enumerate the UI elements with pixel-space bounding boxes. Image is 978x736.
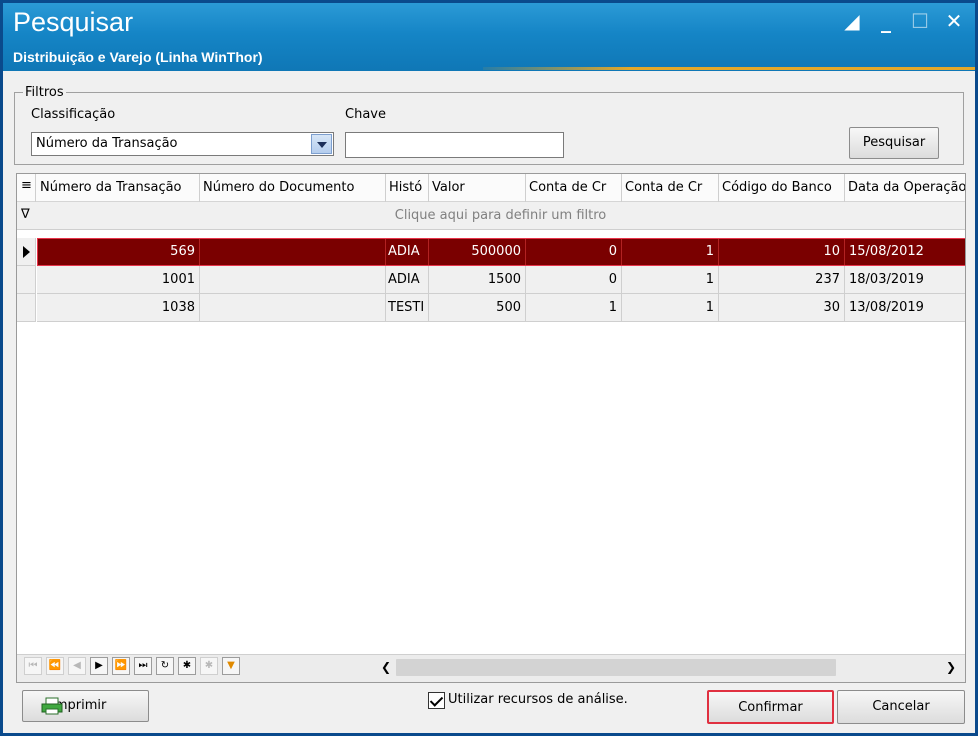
- filters-legend: Filtros: [25, 85, 64, 100]
- column-header-credit-account-1[interactable]: Conta de Cr: [526, 174, 622, 202]
- cell-operation-date[interactable]: 13/08/2019: [845, 294, 965, 322]
- cell-operation-date[interactable]: 15/08/2012: [845, 238, 965, 266]
- cell-document-number[interactable]: [200, 294, 386, 322]
- window-title: Pesquisar: [13, 7, 134, 37]
- cell-transaction-number[interactable]: 569: [37, 238, 200, 266]
- cell-credit-account-1[interactable]: 0: [526, 266, 622, 294]
- grid-header: Número da Transação Número do Documento …: [17, 174, 965, 202]
- cell-history[interactable]: ADIA: [386, 238, 429, 266]
- column-header-bank-code[interactable]: Código do Banco: [719, 174, 845, 202]
- cancel-button[interactable]: Cancelar: [837, 690, 965, 724]
- funnel-filter-icon[interactable]: ▼: [222, 657, 240, 675]
- cell-value[interactable]: 500000: [429, 238, 526, 266]
- cell-bank-code[interactable]: 30: [719, 294, 845, 322]
- results-grid: Número da Transação Número do Documento …: [16, 173, 966, 683]
- table-row[interactable]: 1038 TESTI 500 1 1 30 13/08/2019: [17, 294, 965, 322]
- column-header-credit-account-2[interactable]: Conta de Cr: [622, 174, 719, 202]
- cell-value[interactable]: 1500: [429, 266, 526, 294]
- row-indicator: [17, 266, 36, 294]
- search-window: Pesquisar Distribuição e Varejo (Linha W…: [0, 0, 978, 736]
- cell-operation-date[interactable]: 18/03/2019: [845, 266, 965, 294]
- analysis-checkbox-label: Utilizar recursos de análise.: [448, 692, 628, 707]
- filter-hint: Clique aqui para definir um filtro: [394, 208, 607, 223]
- classification-label: Classificação: [31, 107, 116, 122]
- row-indicator: [17, 294, 36, 322]
- title-accent-line: [483, 67, 975, 70]
- printer-icon: [41, 697, 63, 715]
- cell-document-number[interactable]: [200, 238, 386, 266]
- minimize-icon[interactable]: _: [873, 9, 899, 33]
- cell-transaction-number[interactable]: 1038: [37, 294, 200, 322]
- scroll-right-icon[interactable]: ❯: [941, 657, 961, 677]
- grid-navigator: ⏮ ⏪ ◀ ▶ ⏩ ⏭ ↻ ✱ ✱ ▼ ❮ ❯: [16, 653, 966, 683]
- classification-selected-value: Número da Transação: [36, 136, 178, 151]
- horizontal-scrollbar[interactable]: ❮ ❯: [376, 657, 961, 677]
- next-page-icon[interactable]: ⏩: [112, 657, 130, 675]
- refresh-icon[interactable]: ↻: [156, 657, 174, 675]
- cell-bank-code[interactable]: 237: [719, 266, 845, 294]
- column-header-history[interactable]: Histó: [386, 174, 429, 202]
- chevron-down-icon[interactable]: [311, 134, 332, 154]
- table-row[interactable]: 1001 ADIA 1500 0 1 237 18/03/2019: [17, 266, 965, 294]
- search-button[interactable]: Pesquisar: [849, 127, 939, 159]
- table-row[interactable]: 569 ADIA 500000 0 1 10 15/08/2012: [17, 238, 965, 266]
- maximize-icon[interactable]: ☐: [907, 9, 933, 33]
- column-chooser-icon[interactable]: [17, 174, 36, 202]
- previous-record-icon[interactable]: ◀: [68, 657, 86, 675]
- next-record-icon[interactable]: ▶: [90, 657, 108, 675]
- cell-credit-account-2[interactable]: 1: [622, 238, 719, 266]
- cell-history[interactable]: ADIA: [386, 266, 429, 294]
- cell-credit-account-2[interactable]: 1: [622, 266, 719, 294]
- last-page-icon[interactable]: ⏭: [134, 657, 152, 675]
- restore-icon[interactable]: ◢: [839, 9, 865, 33]
- column-header-operation-date[interactable]: Data da Operação: [845, 174, 965, 202]
- scroll-left-icon[interactable]: ❮: [376, 657, 396, 677]
- classification-select[interactable]: Número da Transação: [31, 132, 334, 156]
- analysis-checkbox-box[interactable]: [428, 692, 445, 709]
- delete-record-icon[interactable]: ✱: [200, 657, 218, 675]
- cell-credit-account-2[interactable]: 1: [622, 294, 719, 322]
- cell-value[interactable]: 500: [429, 294, 526, 322]
- window-body: Filtros Classificação Chave Número da Tr…: [3, 71, 975, 733]
- print-button[interactable]: Imprimir: [22, 690, 149, 722]
- cell-credit-account-1[interactable]: 1: [526, 294, 622, 322]
- key-label: Chave: [345, 107, 386, 122]
- column-header-value[interactable]: Valor: [429, 174, 526, 202]
- key-input[interactable]: [345, 132, 564, 158]
- previous-page-icon[interactable]: ⏪: [46, 657, 64, 675]
- column-header-document-number[interactable]: Número do Documento: [200, 174, 386, 202]
- first-page-icon[interactable]: ⏮: [24, 657, 42, 675]
- cell-document-number[interactable]: [200, 266, 386, 294]
- insert-record-icon[interactable]: ✱: [178, 657, 196, 675]
- cell-bank-code[interactable]: 10: [719, 238, 845, 266]
- cell-transaction-number[interactable]: 1001: [37, 266, 200, 294]
- filter-icon: ∇: [21, 207, 30, 222]
- grid-filter-row[interactable]: ∇ Clique aqui para definir um filtro: [17, 202, 965, 230]
- window-subtitle: Distribuição e Varejo (Linha WinThor): [13, 49, 263, 65]
- column-header-transaction-number[interactable]: Número da Transação: [37, 174, 200, 202]
- close-icon[interactable]: ✕: [941, 9, 967, 33]
- row-indicator: [17, 238, 36, 266]
- confirm-button[interactable]: Confirmar: [707, 690, 834, 724]
- cell-credit-account-1[interactable]: 0: [526, 238, 622, 266]
- scroll-thumb[interactable]: [396, 659, 836, 676]
- cell-history[interactable]: TESTI: [386, 294, 429, 322]
- title-bar[interactable]: Pesquisar Distribuição e Varejo (Linha W…: [3, 3, 975, 71]
